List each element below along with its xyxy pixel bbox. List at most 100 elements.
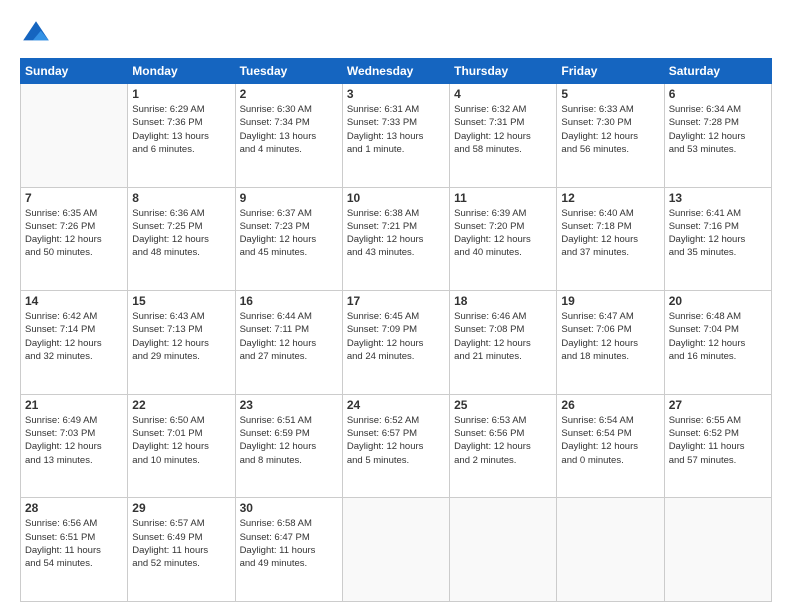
calendar-cell: 9 Sunrise: 6:37 AM Sunset: 7:23 PM Daylig… <box>235 187 342 291</box>
cell-info: Sunrise: 6:42 AM Sunset: 7:14 PM Dayligh… <box>25 310 123 363</box>
day-number: 1 <box>132 87 230 101</box>
weekday-header: Sunday <box>21 59 128 84</box>
calendar-cell: 16Sunrise: 6:44 AM Sunset: 7:11 PM Dayli… <box>235 291 342 395</box>
day-number: 16 <box>240 294 338 308</box>
calendar-cell: 24 Sunrise: 6:52 AM Sunset: 6:57 PM Dayli… <box>342 394 449 498</box>
day-number: 10 <box>347 191 445 205</box>
day-number: 12 <box>561 191 659 205</box>
day-number: 13 <box>669 191 767 205</box>
calendar-cell: 14Sunrise: 6:42 AM Sunset: 7:14 PM Dayli… <box>21 291 128 395</box>
cell-info: Sunrise: 6:31 AM Sunset: 7:33 PM Dayligh… <box>347 103 445 156</box>
calendar-cell: 21 Sunrise: 6:49 AM Sunset: 7:03 PM Dayli… <box>21 394 128 498</box>
cell-info: Sunrise: 6:38 AM Sunset: 7:21 PM Dayligh… <box>347 207 445 260</box>
calendar-cell: 22Sunrise: 6:50 AM Sunset: 7:01 PM Dayli… <box>128 394 235 498</box>
weekday-header: Thursday <box>450 59 557 84</box>
day-number: 17 <box>347 294 445 308</box>
calendar-cell: 18 Sunrise: 6:46 AM Sunset: 7:08 PM Dayli… <box>450 291 557 395</box>
cell-info: Sunrise: 6:55 AM Sunset: 6:52 PM Dayligh… <box>669 414 767 467</box>
calendar-cell: 11 Sunrise: 6:39 AM Sunset: 7:20 PM Dayli… <box>450 187 557 291</box>
cell-info: Sunrise: 6:40 AM Sunset: 7:18 PM Dayligh… <box>561 207 659 260</box>
cell-info: Sunrise: 6:45 AM Sunset: 7:09 PM Dayligh… <box>347 310 445 363</box>
calendar-cell <box>450 498 557 602</box>
cell-info: Sunrise: 6:36 AM Sunset: 7:25 PM Dayligh… <box>132 207 230 260</box>
day-number: 8 <box>132 191 230 205</box>
calendar-week-row: 14Sunrise: 6:42 AM Sunset: 7:14 PM Dayli… <box>21 291 772 395</box>
cell-info: Sunrise: 6:51 AM Sunset: 6:59 PM Dayligh… <box>240 414 338 467</box>
calendar-cell: 28Sunrise: 6:56 AM Sunset: 6:51 PM Dayli… <box>21 498 128 602</box>
weekday-header: Wednesday <box>342 59 449 84</box>
calendar-week-row: 28Sunrise: 6:56 AM Sunset: 6:51 PM Dayli… <box>21 498 772 602</box>
calendar-cell: 6Sunrise: 6:34 AM Sunset: 7:28 PM Daylig… <box>664 84 771 188</box>
cell-info: Sunrise: 6:33 AM Sunset: 7:30 PM Dayligh… <box>561 103 659 156</box>
calendar-cell: 30 Sunrise: 6:58 AM Sunset: 6:47 PM Dayli… <box>235 498 342 602</box>
cell-info: Sunrise: 6:32 AM Sunset: 7:31 PM Dayligh… <box>454 103 552 156</box>
day-number: 11 <box>454 191 552 205</box>
day-number: 20 <box>669 294 767 308</box>
calendar-cell: 29Sunrise: 6:57 AM Sunset: 6:49 PM Dayli… <box>128 498 235 602</box>
page: SundayMondayTuesdayWednesdayThursdayFrid… <box>0 0 792 612</box>
day-number: 9 <box>240 191 338 205</box>
day-number: 28 <box>25 501 123 515</box>
day-number: 30 <box>240 501 338 515</box>
cell-info: Sunrise: 6:29 AM Sunset: 7:36 PM Dayligh… <box>132 103 230 156</box>
cell-info: Sunrise: 6:39 AM Sunset: 7:20 PM Dayligh… <box>454 207 552 260</box>
day-number: 27 <box>669 398 767 412</box>
day-number: 26 <box>561 398 659 412</box>
cell-info: Sunrise: 6:49 AM Sunset: 7:03 PM Dayligh… <box>25 414 123 467</box>
calendar-week-row: 7Sunrise: 6:35 AM Sunset: 7:26 PM Daylig… <box>21 187 772 291</box>
calendar-cell: 13 Sunrise: 6:41 AM Sunset: 7:16 PM Dayli… <box>664 187 771 291</box>
calendar-cell: 12 Sunrise: 6:40 AM Sunset: 7:18 PM Dayli… <box>557 187 664 291</box>
calendar-cell: 20 Sunrise: 6:48 AM Sunset: 7:04 PM Dayli… <box>664 291 771 395</box>
calendar-cell: 23 Sunrise: 6:51 AM Sunset: 6:59 PM Dayli… <box>235 394 342 498</box>
calendar-cell: 5 Sunrise: 6:33 AM Sunset: 7:30 PM Daylig… <box>557 84 664 188</box>
calendar-cell: 15 Sunrise: 6:43 AM Sunset: 7:13 PM Dayli… <box>128 291 235 395</box>
calendar-cell <box>342 498 449 602</box>
day-number: 25 <box>454 398 552 412</box>
cell-info: Sunrise: 6:47 AM Sunset: 7:06 PM Dayligh… <box>561 310 659 363</box>
calendar-cell: 4 Sunrise: 6:32 AM Sunset: 7:31 PM Daylig… <box>450 84 557 188</box>
day-number: 29 <box>132 501 230 515</box>
cell-info: Sunrise: 6:41 AM Sunset: 7:16 PM Dayligh… <box>669 207 767 260</box>
day-number: 4 <box>454 87 552 101</box>
cell-info: Sunrise: 6:58 AM Sunset: 6:47 PM Dayligh… <box>240 517 338 570</box>
day-number: 15 <box>132 294 230 308</box>
day-number: 7 <box>25 191 123 205</box>
cell-info: Sunrise: 6:37 AM Sunset: 7:23 PM Dayligh… <box>240 207 338 260</box>
weekday-header: Monday <box>128 59 235 84</box>
logo <box>20 18 56 50</box>
calendar-cell: 1 Sunrise: 6:29 AM Sunset: 7:36 PM Daylig… <box>128 84 235 188</box>
calendar-cell: 7Sunrise: 6:35 AM Sunset: 7:26 PM Daylig… <box>21 187 128 291</box>
calendar-cell <box>21 84 128 188</box>
cell-info: Sunrise: 6:46 AM Sunset: 7:08 PM Dayligh… <box>454 310 552 363</box>
header <box>20 18 772 50</box>
cell-info: Sunrise: 6:52 AM Sunset: 6:57 PM Dayligh… <box>347 414 445 467</box>
cell-info: Sunrise: 6:54 AM Sunset: 6:54 PM Dayligh… <box>561 414 659 467</box>
calendar-table: SundayMondayTuesdayWednesdayThursdayFrid… <box>20 58 772 602</box>
weekday-header: Saturday <box>664 59 771 84</box>
day-number: 2 <box>240 87 338 101</box>
calendar-cell <box>664 498 771 602</box>
calendar-cell <box>557 498 664 602</box>
calendar-cell: 17 Sunrise: 6:45 AM Sunset: 7:09 PM Dayli… <box>342 291 449 395</box>
calendar-cell: 8 Sunrise: 6:36 AM Sunset: 7:25 PM Daylig… <box>128 187 235 291</box>
calendar-header-row: SundayMondayTuesdayWednesdayThursdayFrid… <box>21 59 772 84</box>
day-number: 5 <box>561 87 659 101</box>
cell-info: Sunrise: 6:34 AM Sunset: 7:28 PM Dayligh… <box>669 103 767 156</box>
day-number: 24 <box>347 398 445 412</box>
calendar-cell: 3 Sunrise: 6:31 AM Sunset: 7:33 PM Daylig… <box>342 84 449 188</box>
day-number: 21 <box>25 398 123 412</box>
logo-icon <box>20 18 52 50</box>
day-number: 18 <box>454 294 552 308</box>
calendar-week-row: 21 Sunrise: 6:49 AM Sunset: 7:03 PM Dayli… <box>21 394 772 498</box>
cell-info: Sunrise: 6:43 AM Sunset: 7:13 PM Dayligh… <box>132 310 230 363</box>
day-number: 23 <box>240 398 338 412</box>
day-number: 3 <box>347 87 445 101</box>
calendar-cell: 25 Sunrise: 6:53 AM Sunset: 6:56 PM Dayli… <box>450 394 557 498</box>
cell-info: Sunrise: 6:48 AM Sunset: 7:04 PM Dayligh… <box>669 310 767 363</box>
day-number: 19 <box>561 294 659 308</box>
calendar-cell: 19 Sunrise: 6:47 AM Sunset: 7:06 PM Dayli… <box>557 291 664 395</box>
calendar-cell: 26 Sunrise: 6:54 AM Sunset: 6:54 PM Dayli… <box>557 394 664 498</box>
cell-info: Sunrise: 6:53 AM Sunset: 6:56 PM Dayligh… <box>454 414 552 467</box>
calendar-cell: 10 Sunrise: 6:38 AM Sunset: 7:21 PM Dayli… <box>342 187 449 291</box>
calendar-week-row: 1 Sunrise: 6:29 AM Sunset: 7:36 PM Daylig… <box>21 84 772 188</box>
